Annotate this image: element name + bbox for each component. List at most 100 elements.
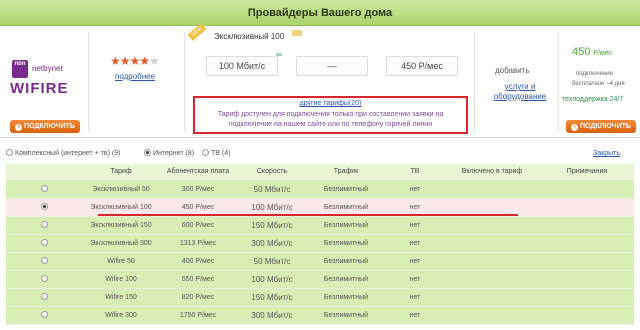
featured-price: 450 Р/мес bbox=[386, 56, 458, 76]
row-included bbox=[444, 288, 540, 307]
row-included bbox=[444, 234, 540, 253]
provider-card: nbn netbynet WIFIRE › ПОДКЛЮЧИТЬ ★★★★★ по… bbox=[0, 23, 640, 138]
row-speed: 50 Мбит/с bbox=[238, 252, 306, 271]
tab-tv[interactable]: ТВ (4) bbox=[202, 148, 230, 160]
row-traffic: Безлимитный bbox=[306, 306, 386, 325]
row-tv: нет bbox=[386, 306, 444, 325]
arrow-icon: › bbox=[15, 124, 22, 131]
row-speed: 300 Мбит/с bbox=[238, 234, 306, 253]
table-row[interactable]: Эксклюзивный 300 1313 Р/мес 300 Мбит/с Безл… bbox=[6, 234, 634, 253]
new-sticker: NEW bbox=[187, 23, 207, 41]
row-radio[interactable] bbox=[6, 270, 84, 289]
divider bbox=[184, 32, 185, 132]
row-tv: нет bbox=[386, 216, 444, 235]
row-price: 550 Р/мес bbox=[158, 270, 238, 289]
row-notes bbox=[540, 198, 634, 217]
row-speed: 150 Мбит/с bbox=[238, 216, 306, 235]
row-price: 600 Р/мес bbox=[158, 216, 238, 235]
row-radio[interactable] bbox=[6, 288, 84, 307]
row-radio[interactable] bbox=[6, 306, 84, 325]
row-traffic: Безлимитный bbox=[306, 234, 386, 253]
close-link[interactable]: Закрыть bbox=[593, 148, 620, 160]
row-radio[interactable] bbox=[6, 198, 84, 217]
logo-small-text: netbynet bbox=[32, 64, 63, 73]
row-traffic: Безлимитный bbox=[306, 180, 386, 199]
tab-internet[interactable]: Интернет (8) bbox=[144, 148, 194, 160]
tariff-note: Тариф доступен для подключения только пр… bbox=[217, 111, 444, 128]
row-tv: нет bbox=[386, 252, 444, 271]
col-tariff: Тариф bbox=[84, 164, 158, 181]
table-row[interactable]: Wifire 50 400 Р/мес 50 Мбит/с Безлимитный не… bbox=[6, 252, 634, 271]
row-tv: нет bbox=[386, 270, 444, 289]
row-traffic: Безлимитный bbox=[306, 270, 386, 289]
other-tariffs-link[interactable]: другие тарифы(20) bbox=[195, 100, 466, 107]
row-speed: 300 Мбит/с bbox=[238, 306, 306, 325]
table-row[interactable]: Эксклюзивный 50 300 Р/мес 50 Мбит/с Безлими… bbox=[6, 180, 634, 199]
price-value: 450 bbox=[572, 46, 591, 58]
row-traffic: Безлимитный bbox=[306, 216, 386, 235]
row-tariff: Эксклюзивный 150 bbox=[84, 216, 158, 235]
col-price: Абонентская плата bbox=[158, 164, 238, 181]
page-header: Провайдеры Вашего дома bbox=[0, 0, 640, 26]
radio-icon[interactable] bbox=[40, 275, 48, 282]
col-notes: Примечания bbox=[540, 164, 634, 181]
featured-tariff-name: Эксклюзивный 100 bbox=[214, 32, 285, 41]
row-included bbox=[444, 306, 540, 325]
col-select bbox=[6, 164, 84, 181]
table-row[interactable]: Wifire 100 550 Р/мес 100 Мбит/с Безлимитный… bbox=[6, 270, 634, 289]
radio-icon[interactable] bbox=[40, 311, 48, 318]
row-speed: 100 Мбит/с bbox=[238, 270, 306, 289]
row-radio[interactable] bbox=[6, 180, 84, 199]
connection-value: бесплатное ~4 дня bbox=[572, 81, 625, 87]
more-link[interactable]: подробнее bbox=[115, 72, 155, 81]
radio-icon[interactable] bbox=[202, 149, 209, 156]
row-price: 1313 Р/мес bbox=[158, 234, 238, 253]
row-included bbox=[444, 270, 540, 289]
connect-button-right[interactable]: › ПОДКЛЮЧИТЬ bbox=[566, 120, 636, 133]
provider-logo[interactable]: nbn netbynet WIFIRE bbox=[6, 60, 80, 100]
row-price: 300 Р/мес bbox=[158, 180, 238, 199]
table-row[interactable]: Wifire 150 820 Р/мес 150 Мбит/с Безлимитный… bbox=[6, 288, 634, 307]
col-included: Включено в тариф bbox=[444, 164, 540, 181]
row-notes bbox=[540, 306, 634, 325]
radio-icon[interactable] bbox=[40, 203, 48, 210]
price-unit: Р/мес bbox=[593, 50, 613, 57]
row-notes bbox=[540, 270, 634, 289]
row-included bbox=[444, 180, 540, 199]
filter-tabs: Комплексный (интернет + тв) (9) Интернет… bbox=[6, 148, 634, 162]
row-notes bbox=[540, 288, 634, 307]
connection-label: подключение bbox=[576, 71, 613, 77]
tab-complex[interactable]: Комплексный (интернет + тв) (9) bbox=[6, 148, 120, 160]
table-row[interactable]: Эксклюзивный 150 600 Р/мес 150 Мбит/с Безли… bbox=[6, 216, 634, 235]
support-label: техподдержка 24/7 bbox=[562, 96, 624, 103]
radio-icon[interactable] bbox=[6, 149, 13, 156]
row-radio[interactable] bbox=[6, 216, 84, 235]
row-radio[interactable] bbox=[6, 234, 84, 253]
featured-speed: 100 Мбит/с bbox=[206, 56, 278, 76]
divider bbox=[88, 32, 89, 132]
connect-button-left[interactable]: › ПОДКЛЮЧИТЬ bbox=[10, 120, 80, 133]
radio-icon[interactable] bbox=[144, 149, 151, 156]
row-tariff: Wifire 100 bbox=[84, 270, 158, 289]
gift-icon bbox=[292, 30, 302, 36]
row-tariff: Wifire 150 bbox=[84, 288, 158, 307]
radio-icon[interactable] bbox=[40, 221, 48, 228]
row-traffic: Безлимитный bbox=[306, 288, 386, 307]
row-tariff: Эксклюзивный 50 bbox=[84, 180, 158, 199]
row-tv: нет bbox=[386, 234, 444, 253]
tariff-table: Тариф Абонентская плата Скорость Трафик … bbox=[6, 164, 634, 325]
radio-icon[interactable] bbox=[40, 185, 48, 192]
radio-icon[interactable] bbox=[40, 257, 48, 264]
selection-underline bbox=[98, 214, 518, 216]
radio-icon[interactable] bbox=[40, 239, 48, 246]
row-notes bbox=[540, 216, 634, 235]
row-price: 1750 Р/мес bbox=[158, 306, 238, 325]
connect-label: ПОДКЛЮЧИТЬ bbox=[24, 123, 75, 130]
table-row[interactable]: Wifire 300 1750 Р/мес 300 Мбит/с Безлимитны… bbox=[6, 306, 634, 325]
row-price: 400 Р/мес bbox=[158, 252, 238, 271]
row-radio[interactable] bbox=[6, 252, 84, 271]
row-tariff: Wifire 300 bbox=[84, 306, 158, 325]
services-link[interactable]: услуги и оборудование bbox=[484, 82, 556, 102]
radio-icon[interactable] bbox=[40, 293, 48, 300]
rating-stars: ★★★★★ bbox=[110, 54, 160, 68]
